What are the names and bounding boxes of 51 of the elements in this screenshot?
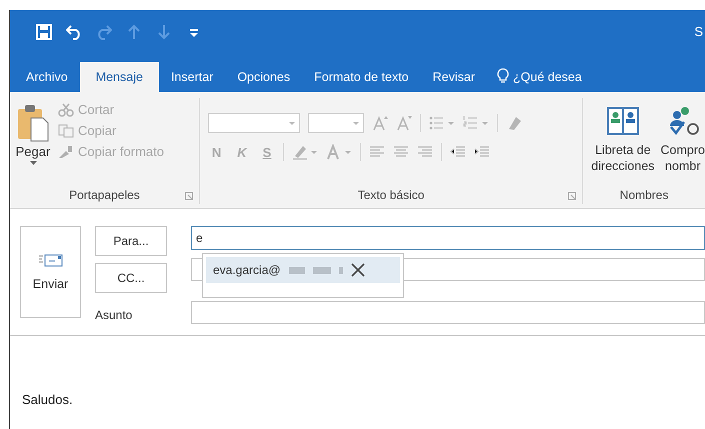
group-label: Texto básico [358, 188, 424, 202]
align-left-icon[interactable] [369, 146, 386, 158]
caret-icon [30, 161, 36, 165]
ribbon-tab[interactable]: Opciones [225, 62, 302, 92]
decrease-indent-icon[interactable] [450, 146, 466, 158]
highlight-icon[interactable] [292, 144, 318, 160]
cc-button[interactable]: CC... [95, 263, 167, 293]
grow-font-icon[interactable] [372, 115, 388, 131]
lightbulb-icon[interactable] [497, 68, 510, 84]
font-color-icon[interactable] [326, 144, 352, 160]
subject-field[interactable] [191, 301, 705, 324]
group-label: Nombres [620, 188, 668, 202]
font-name-field[interactable] [208, 113, 300, 133]
redacted-mark [288, 266, 343, 274]
scissors-icon [58, 102, 74, 116]
address-book-button[interactable]: Libreta de direcciones [591, 106, 655, 186]
paste-button[interactable]: Pegar [10, 98, 58, 186]
envelope-icon [38, 253, 62, 267]
message-body-text: Saludos. [22, 392, 73, 407]
to-field[interactable]: e [191, 226, 705, 250]
save-icon[interactable] [36, 24, 52, 40]
check-names-button[interactable]: Compro nombr [660, 106, 705, 186]
font-size-field[interactable] [308, 113, 364, 133]
to-button[interactable]: Para... [95, 226, 167, 256]
caret-icon [288, 122, 295, 124]
address-book-icon [606, 106, 640, 136]
ribbon-tab[interactable]: Mensaje [80, 62, 159, 92]
dialog-launcher-icon[interactable] [184, 192, 193, 200]
clipboard-icon [17, 104, 49, 142]
tell-me-field[interactable]: ¿Qué desea [513, 70, 582, 84]
increase-indent-icon[interactable] [474, 146, 490, 158]
undo-icon[interactable] [66, 24, 82, 40]
ribbon-tab[interactable]: Revisar [420, 62, 488, 92]
group-label: Portapapeles [69, 188, 140, 202]
window-title: S [694, 24, 703, 39]
caret-icon [352, 122, 359, 124]
copy-icon [58, 124, 74, 138]
shrink-font-icon[interactable] [396, 115, 412, 131]
brush-icon [58, 144, 74, 158]
ribbon-tab[interactable]: Insertar [158, 62, 226, 92]
align-center-icon[interactable] [393, 146, 410, 158]
subject-label: Asunto [95, 308, 132, 322]
ribbon-tab[interactable]: Formato de texto [302, 62, 421, 92]
dialog-launcher-icon[interactable] [568, 192, 576, 200]
close-icon[interactable] [350, 263, 365, 277]
numbered-list-icon[interactable] [462, 115, 489, 131]
suggestion-item[interactable]: eva.garcia@ [206, 257, 400, 283]
align-right-icon[interactable] [417, 146, 434, 158]
send-button[interactable]: Enviar [20, 226, 81, 318]
bullet-list-icon[interactable] [428, 115, 455, 131]
ribbon-tab[interactable]: Archivo [14, 62, 80, 92]
